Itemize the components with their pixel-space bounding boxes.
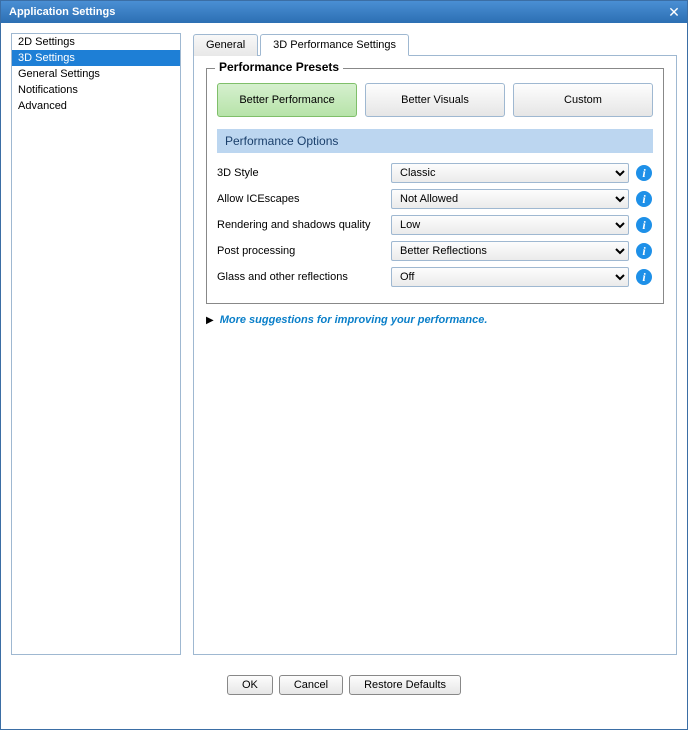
option-row: Allow ICEscapes Not Allowed i — [217, 189, 653, 209]
preset-buttons-row: Better PerformanceBetter VisualsCustom — [217, 83, 653, 117]
info-icon[interactable]: i — [635, 190, 653, 208]
settings-sidebar: 2D Settings3D SettingsGeneral SettingsNo… — [11, 33, 181, 655]
sidebar-item[interactable]: Notifications — [12, 82, 180, 98]
window-title: Application Settings — [9, 6, 115, 18]
preset-button[interactable]: Better Visuals — [365, 83, 505, 117]
sidebar-item[interactable]: General Settings — [12, 66, 180, 82]
dialog-button-bar: OK Cancel Restore Defaults — [1, 665, 687, 709]
tab-strip: General3D Performance Settings — [193, 33, 677, 55]
presets-legend: Performance Presets — [215, 60, 343, 74]
option-label: Allow ICEscapes — [217, 193, 385, 205]
restore-defaults-button[interactable]: Restore Defaults — [349, 675, 461, 695]
cancel-button[interactable]: Cancel — [279, 675, 343, 695]
info-icon[interactable]: i — [635, 164, 653, 182]
option-select[interactable]: Not Allowed — [391, 189, 629, 209]
option-row: Rendering and shadows quality Lowi — [217, 215, 653, 235]
preset-button[interactable]: Custom — [513, 83, 653, 117]
option-label: Post processing — [217, 245, 385, 257]
option-select[interactable]: Classic — [391, 163, 629, 183]
info-icon[interactable]: i — [635, 216, 653, 234]
option-row: Glass and other reflections Offi — [217, 267, 653, 287]
option-select[interactable]: Better Reflections — [391, 241, 629, 261]
info-icon[interactable]: i — [635, 268, 653, 286]
expand-arrow-icon: ▶ — [206, 315, 214, 326]
suggestions-text: More suggestions for improving your perf… — [220, 314, 488, 326]
close-icon[interactable]: ✕ — [665, 4, 683, 20]
main-area: 2D Settings3D SettingsGeneral SettingsNo… — [1, 23, 687, 665]
options-header: Performance Options — [217, 129, 653, 153]
ok-button[interactable]: OK — [227, 675, 273, 695]
tab[interactable]: 3D Performance Settings — [260, 34, 409, 56]
tab-panel: Performance Presets Better PerformanceBe… — [193, 55, 677, 655]
option-select[interactable]: Off — [391, 267, 629, 287]
option-row: Post processing Better Reflections i — [217, 241, 653, 261]
more-suggestions-link[interactable]: ▶ More suggestions for improving your pe… — [206, 314, 664, 326]
titlebar: Application Settings ✕ — [1, 1, 687, 23]
option-label: 3D Style — [217, 167, 385, 179]
option-label: Glass and other reflections — [217, 271, 385, 283]
sidebar-item[interactable]: Advanced — [12, 98, 180, 114]
option-row: 3D Style Classic i — [217, 163, 653, 183]
options-list: 3D Style Classic i Allow ICEscapes Not Allow… — [217, 163, 653, 287]
option-label: Rendering and shadows quality — [217, 219, 385, 231]
sidebar-item[interactable]: 2D Settings — [12, 34, 180, 50]
option-select[interactable]: Low — [391, 215, 629, 235]
preset-button[interactable]: Better Performance — [217, 83, 357, 117]
content-panel: General3D Performance Settings Performan… — [193, 33, 677, 655]
performance-presets-fieldset: Performance Presets Better PerformanceBe… — [206, 68, 664, 304]
sidebar-item[interactable]: 3D Settings — [12, 50, 180, 66]
info-icon[interactable]: i — [635, 242, 653, 260]
tab[interactable]: General — [193, 34, 258, 56]
